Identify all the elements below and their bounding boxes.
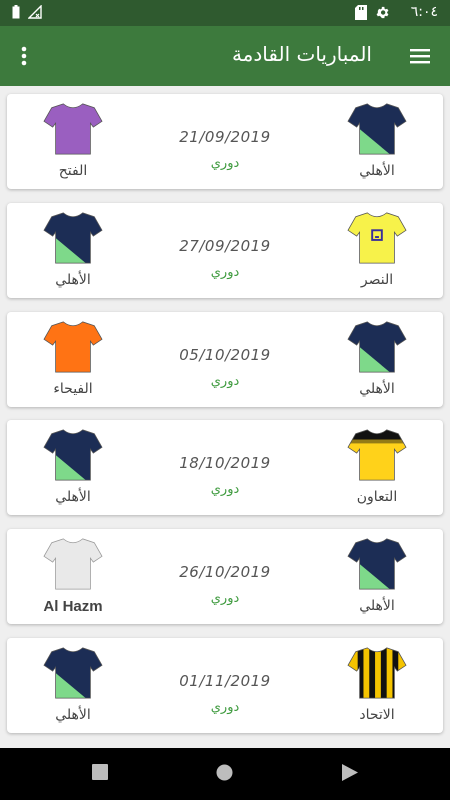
match-info: 18/10/2019 دوري bbox=[147, 454, 303, 497]
shirt-navy-green-icon bbox=[43, 647, 103, 699]
away-team-name: الأهلي bbox=[55, 489, 91, 505]
shirt-yellow-black-collar-icon bbox=[347, 429, 407, 481]
home-team: الأهلي bbox=[327, 100, 427, 179]
shirt-white-icon bbox=[43, 538, 103, 590]
home-team-name: الاتحاد bbox=[359, 707, 395, 723]
away-team: الفتح bbox=[23, 100, 123, 179]
page-title: المباريات القادمة bbox=[231, 42, 372, 66]
match-competition: دوري bbox=[210, 700, 240, 715]
shirt-navy-green-icon bbox=[43, 429, 103, 481]
no-signal-icon bbox=[28, 5, 42, 19]
away-team: الأهلي bbox=[23, 644, 123, 723]
shirt-navy-green-icon bbox=[347, 538, 407, 590]
away-team: الفيحاء bbox=[23, 318, 123, 397]
match-competition: دوري bbox=[210, 591, 240, 606]
matches-list[interactable]: الأهلي 21/09/2019 دوري الفتح النصر 27/09… bbox=[0, 86, 450, 748]
match-date: 27/09/2019 bbox=[179, 237, 271, 255]
status-time: ٦:٠٤ bbox=[410, 4, 438, 20]
shirt-navy-green-icon bbox=[347, 103, 407, 155]
home-button[interactable] bbox=[216, 764, 233, 785]
home-team: التعاون bbox=[327, 426, 427, 505]
away-team-name: الفيحاء bbox=[53, 381, 93, 397]
shirt-yellow-badge-icon bbox=[347, 212, 407, 264]
status-left-icons bbox=[12, 5, 42, 19]
match-card[interactable]: الأهلي 21/09/2019 دوري الفتح bbox=[7, 94, 443, 189]
home-team-name: الأهلي bbox=[359, 163, 395, 179]
shirt-purple-icon bbox=[43, 103, 103, 155]
menu-button[interactable] bbox=[408, 44, 432, 68]
shirt-navy-green-icon bbox=[43, 212, 103, 264]
system-nav-bar bbox=[0, 748, 450, 800]
menu-icon bbox=[410, 49, 430, 64]
away-team: Al Hazm bbox=[23, 535, 123, 615]
match-date: 26/10/2019 bbox=[179, 563, 271, 581]
sd-card-icon bbox=[355, 5, 367, 20]
home-team-name: النصر bbox=[360, 272, 394, 288]
away-team-name: الأهلي bbox=[55, 272, 91, 288]
home-team-name: التعاون bbox=[356, 489, 398, 505]
match-info: 27/09/2019 دوري bbox=[147, 237, 303, 280]
match-competition: دوري bbox=[210, 265, 240, 280]
match-date: 01/11/2019 bbox=[179, 672, 271, 690]
status-right-icons bbox=[355, 5, 390, 20]
away-team: الأهلي bbox=[23, 426, 123, 505]
status-bar: ٦:٠٤ bbox=[0, 0, 450, 26]
home-team: الأهلي bbox=[327, 535, 427, 614]
recents-icon bbox=[92, 764, 108, 780]
home-team-name: الأهلي bbox=[359, 598, 395, 614]
battery-icon bbox=[12, 5, 20, 19]
more-vert-icon bbox=[21, 46, 27, 66]
match-info: 21/09/2019 دوري bbox=[147, 128, 303, 171]
match-info: 01/11/2019 دوري bbox=[147, 672, 303, 715]
away-team-name: الأهلي bbox=[55, 707, 91, 723]
match-competition: دوري bbox=[210, 482, 240, 497]
match-date: 18/10/2019 bbox=[179, 454, 271, 472]
match-competition: دوري bbox=[210, 374, 240, 389]
shirt-yellow-black-stripes-icon bbox=[347, 647, 407, 699]
back-icon bbox=[342, 764, 358, 781]
home-team: الاتحاد bbox=[327, 644, 427, 723]
app-bar: المباريات القادمة bbox=[0, 26, 450, 86]
settings-icon bbox=[376, 6, 389, 19]
home-team: النصر bbox=[327, 209, 427, 288]
shirt-navy-green-icon bbox=[347, 321, 407, 373]
match-date: 21/09/2019 bbox=[179, 128, 271, 146]
match-card[interactable]: الأهلي 26/10/2019 دوري Al Hazm bbox=[7, 529, 443, 624]
match-card[interactable]: النصر 27/09/2019 دوري الأهلي bbox=[7, 203, 443, 298]
match-info: 05/10/2019 دوري bbox=[147, 346, 303, 389]
away-team: الأهلي bbox=[23, 209, 123, 288]
back-button[interactable] bbox=[342, 764, 358, 785]
home-team-name: الأهلي bbox=[359, 381, 395, 397]
match-card[interactable]: التعاون 18/10/2019 دوري الأهلي bbox=[7, 420, 443, 515]
match-date: 05/10/2019 bbox=[179, 346, 271, 364]
away-team-name: الفتح bbox=[58, 163, 88, 179]
away-team-name: Al Hazm bbox=[43, 598, 103, 615]
more-options-button[interactable] bbox=[14, 44, 34, 68]
match-card[interactable]: الاتحاد 01/11/2019 دوري الأهلي bbox=[7, 638, 443, 733]
recents-button[interactable] bbox=[92, 764, 108, 784]
home-icon bbox=[216, 764, 233, 781]
home-team: الأهلي bbox=[327, 318, 427, 397]
match-card[interactable]: الأهلي 05/10/2019 دوري الفيحاء bbox=[7, 312, 443, 407]
match-info: 26/10/2019 دوري bbox=[147, 563, 303, 606]
match-competition: دوري bbox=[210, 156, 240, 171]
shirt-orange-icon bbox=[43, 321, 103, 373]
